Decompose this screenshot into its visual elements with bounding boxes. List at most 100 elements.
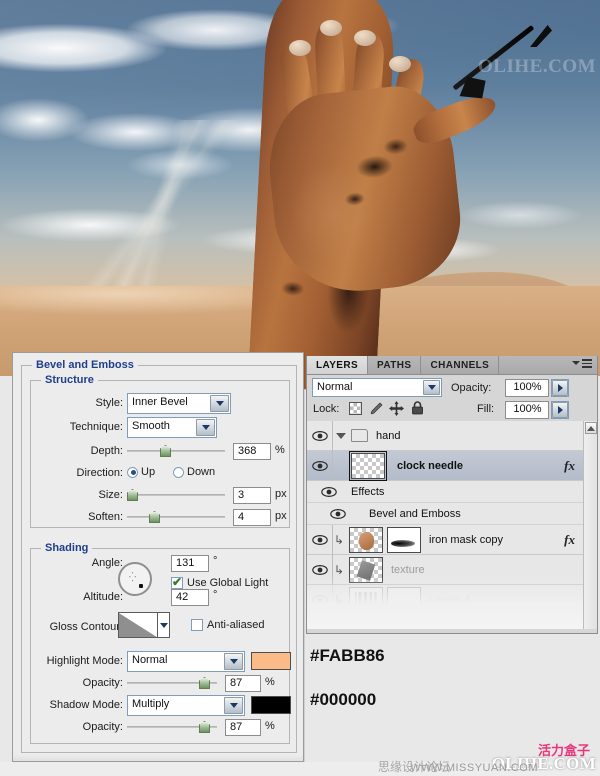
eye-icon[interactable] bbox=[321, 486, 337, 498]
lock-row: Lock: Fill: 100% bbox=[307, 399, 597, 421]
group-disclosure-triangle[interactable] bbox=[333, 432, 349, 439]
layer-mask-thumbnail[interactable] bbox=[387, 526, 421, 553]
layer-name[interactable]: texture bbox=[391, 564, 425, 576]
size-slider[interactable] bbox=[127, 489, 225, 501]
direction-up-radio[interactable]: Up bbox=[127, 466, 155, 478]
tab-paths[interactable]: PATHS bbox=[368, 356, 422, 374]
eye-icon[interactable] bbox=[311, 430, 328, 442]
lock-image-pixels-icon[interactable] bbox=[369, 402, 383, 416]
angle-label: Angle: bbox=[91, 557, 123, 569]
shadow-mode-label: Shadow Mode: bbox=[49, 699, 123, 711]
layer-list-scrollbar[interactable] bbox=[583, 421, 597, 629]
depth-slider[interactable] bbox=[127, 445, 225, 457]
size-input[interactable]: 3 bbox=[233, 487, 271, 504]
folder-icon bbox=[351, 429, 368, 442]
highlight-mode-select[interactable]: Normal bbox=[127, 651, 245, 672]
depth-input[interactable]: 368 bbox=[233, 443, 271, 460]
opacity-input[interactable]: 100% bbox=[505, 379, 549, 397]
eye-icon[interactable] bbox=[330, 508, 346, 520]
technique-value: Smooth bbox=[132, 420, 170, 432]
highlight-opacity-input[interactable]: 87 bbox=[225, 675, 261, 692]
clipping-mask-arrow-icon: ↳ bbox=[333, 532, 345, 547]
eye-icon[interactable] bbox=[311, 534, 328, 546]
lock-position-icon[interactable] bbox=[389, 401, 404, 416]
altitude-input[interactable]: 42 bbox=[171, 589, 209, 606]
checkbox-unchecked-icon[interactable] bbox=[191, 619, 203, 631]
eye-icon[interactable] bbox=[311, 564, 328, 576]
radio-up-icon[interactable] bbox=[127, 466, 138, 478]
fill-stepper[interactable] bbox=[551, 401, 569, 419]
shadow-opacity-input[interactable]: 87 bbox=[225, 719, 261, 736]
style-select[interactable]: Inner Bevel bbox=[127, 393, 231, 414]
style-label: Style: bbox=[95, 397, 123, 409]
scroll-up-button[interactable] bbox=[585, 422, 597, 434]
soften-input[interactable]: 4 bbox=[233, 509, 271, 526]
layer-list: hand clock needle fx Effects Bevel and E… bbox=[307, 421, 597, 629]
layer-name[interactable]: clock needle bbox=[397, 460, 463, 472]
clipping-mask-arrow-icon: ↳ bbox=[333, 562, 345, 577]
blend-mode-select[interactable]: Normal bbox=[312, 378, 442, 397]
direction-label: Direction: bbox=[76, 467, 123, 479]
layer-effects-icon[interactable]: fx bbox=[564, 532, 575, 548]
technique-select[interactable]: Smooth bbox=[127, 417, 217, 438]
panel-tab-strip: LAYERS PATHS CHANNELS bbox=[307, 356, 597, 375]
chevron-right-icon[interactable] bbox=[552, 402, 568, 418]
direction-down-radio[interactable]: Down bbox=[173, 466, 215, 478]
chevron-down-icon[interactable] bbox=[196, 419, 215, 436]
visibility-toggle[interactable] bbox=[307, 524, 333, 555]
anti-aliased-checkbox[interactable]: Anti-aliased bbox=[191, 619, 264, 631]
style-value: Inner Bevel bbox=[132, 396, 188, 408]
opacity-stepper[interactable] bbox=[551, 379, 569, 397]
lock-all-icon[interactable] bbox=[411, 401, 424, 415]
angle-dial[interactable]: ⁛ bbox=[118, 562, 152, 596]
gloss-contour-label: Gloss Contour: bbox=[49, 621, 123, 633]
panel-menu-icon[interactable] bbox=[572, 359, 592, 368]
slider-thumb[interactable] bbox=[199, 677, 210, 689]
checkbox-checked-icon[interactable] bbox=[171, 575, 183, 589]
visibility-toggle[interactable] bbox=[307, 421, 333, 451]
layer-thumbnail[interactable] bbox=[349, 450, 387, 481]
highlight-color-swatch[interactable] bbox=[251, 652, 291, 670]
shadow-mode-select[interactable]: Multiply bbox=[127, 695, 245, 716]
layer-name[interactable]: hand bbox=[376, 430, 400, 442]
chevron-down-icon[interactable] bbox=[210, 395, 229, 412]
chevron-down-icon[interactable] bbox=[224, 653, 243, 670]
effects-label[interactable]: Effects bbox=[351, 486, 384, 498]
layer-style-dialog: Bevel and Emboss Structure Shading Style… bbox=[12, 352, 304, 762]
chevron-right-icon[interactable] bbox=[552, 380, 568, 396]
layer-effects-icon[interactable]: fx bbox=[564, 458, 575, 474]
chevron-down-icon[interactable] bbox=[423, 380, 440, 395]
fingertip-index bbox=[289, 40, 311, 56]
angle-input[interactable]: 131 bbox=[171, 555, 209, 572]
layer-name[interactable]: iron mask copy bbox=[429, 534, 503, 546]
opacity-label: Opacity: bbox=[451, 382, 492, 394]
tab-channels[interactable]: CHANNELS bbox=[421, 356, 500, 374]
soften-slider[interactable] bbox=[127, 511, 225, 523]
lock-transparent-pixels-icon[interactable] bbox=[349, 402, 362, 415]
fill-input[interactable]: 100% bbox=[505, 401, 549, 419]
fingertip-ring bbox=[354, 30, 376, 46]
highlight-color-hex-annotation: #FABB86 bbox=[310, 646, 385, 665]
eye-icon[interactable] bbox=[311, 460, 328, 472]
blend-mode-row: Normal Opacity: 100% bbox=[307, 375, 597, 399]
highlight-opacity-slider[interactable] bbox=[127, 677, 217, 689]
slider-thumb[interactable] bbox=[127, 489, 138, 501]
slider-thumb[interactable] bbox=[199, 721, 210, 733]
slider-thumb[interactable] bbox=[160, 445, 171, 457]
gloss-contour-swatch[interactable] bbox=[118, 612, 158, 638]
use-global-light-checkbox[interactable]: Use Global Light bbox=[171, 575, 268, 589]
layer-thumbnail[interactable] bbox=[349, 526, 383, 553]
effect-label[interactable]: Bevel and Emboss bbox=[369, 508, 461, 520]
gloss-contour-dropdown[interactable] bbox=[158, 612, 170, 638]
radio-down-icon[interactable] bbox=[173, 466, 184, 478]
shadow-opacity-slider[interactable] bbox=[127, 721, 217, 733]
table-row[interactable]: ↳ iron mask copy fx bbox=[307, 524, 597, 555]
list-item[interactable]: Bevel and Emboss bbox=[307, 503, 597, 525]
slider-thumb[interactable] bbox=[149, 511, 160, 523]
shadow-color-swatch[interactable] bbox=[251, 696, 291, 714]
highlight-mode-value: Normal bbox=[132, 654, 168, 666]
chevron-down-icon[interactable] bbox=[224, 697, 243, 714]
table-row[interactable]: hand bbox=[307, 421, 597, 451]
highlight-opacity-unit: % bbox=[265, 676, 275, 688]
tab-layers[interactable]: LAYERS bbox=[307, 356, 369, 374]
